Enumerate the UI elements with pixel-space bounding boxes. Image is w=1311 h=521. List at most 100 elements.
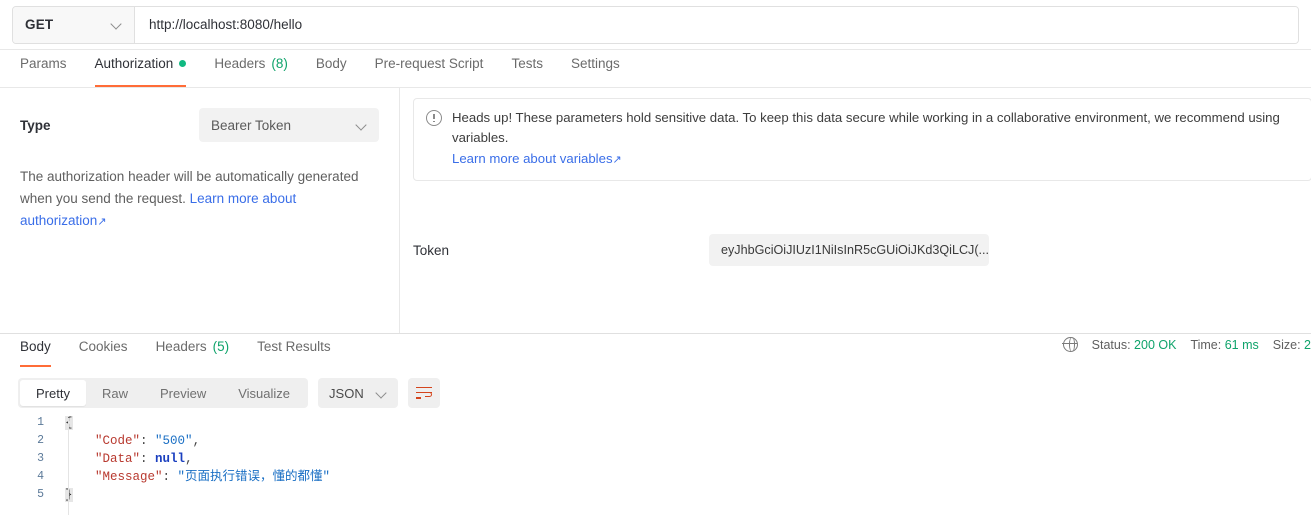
size-group: Size: 2: [1273, 338, 1311, 352]
learn-more-variables-link[interactable]: Learn more about variables↗: [452, 149, 1299, 170]
code-line: 5 }: [0, 486, 1311, 504]
view-raw-label: Raw: [101, 385, 128, 401]
size-value: 2: [1304, 337, 1311, 352]
json-comma: ,: [192, 434, 201, 448]
tab-pre-request-script-label: Pre-request Script: [374, 56, 484, 71]
postman-request-response-view: GET http://localhost:8080/hello Params A…: [0, 0, 1311, 521]
http-method-label: GET: [25, 17, 54, 32]
line-number: 1: [37, 416, 44, 429]
tab-params[interactable]: Params: [18, 50, 81, 87]
tab-headers-count: (8): [271, 56, 288, 71]
response-tab-cookies-label: Cookies: [78, 339, 128, 354]
tab-pre-request-script[interactable]: Pre-request Script: [361, 50, 498, 87]
tab-tests[interactable]: Tests: [497, 50, 557, 87]
json-key: "Data": [95, 452, 141, 466]
auth-type-value: Bearer Token: [211, 117, 292, 133]
response-language-value: JSON: [329, 385, 364, 401]
view-pretty-label: Pretty: [36, 385, 70, 401]
token-row: Token eyJhbGciOiJIUzI1NiIsInR5cGUiOiJKd3…: [413, 234, 1311, 266]
line-number: 5: [37, 488, 44, 501]
banner-message: Heads up! These parameters hold sensitiv…: [452, 110, 1280, 145]
view-pretty[interactable]: Pretty: [20, 380, 86, 406]
token-label: Token: [413, 242, 450, 258]
tab-authorization-label: Authorization: [94, 56, 174, 71]
time-label: Time:: [1190, 337, 1222, 352]
sensitive-data-banner: Heads up! These parameters hold sensitiv…: [413, 98, 1311, 181]
response-tab-body-label: Body: [20, 339, 51, 354]
response-tab-cookies[interactable]: Cookies: [65, 334, 142, 367]
json-colon: :: [162, 470, 178, 484]
chevron-down-icon: [111, 19, 122, 30]
chevron-down-icon: [356, 120, 367, 131]
json-comma: ,: [185, 452, 193, 466]
line-number: 3: [37, 452, 44, 465]
response-body-code[interactable]: 1 { 2 "Code": "500", 3 "Data": null, 4 "…: [0, 414, 1311, 521]
time-group: Time: 61 ms: [1190, 338, 1258, 352]
tab-settings-label: Settings: [570, 56, 620, 71]
view-visualize-label: Visualize: [238, 385, 291, 401]
url-bar: GET http://localhost:8080/hello: [0, 0, 1311, 50]
tab-body-label: Body: [315, 56, 347, 71]
response-tab-headers-count: (5): [212, 339, 230, 354]
request-tab-bar: Params Authorization Headers (8) Body Pr…: [0, 50, 1311, 88]
response-status-bar: Status: 200 OK Time: 61 ms Size: 2: [1062, 336, 1311, 352]
view-visualize[interactable]: Visualize: [222, 380, 306, 406]
code-line: 2 "Code": "500",: [0, 432, 1311, 450]
auth-type-row: Type Bearer Token: [20, 108, 379, 142]
info-circle-icon: [426, 110, 442, 126]
tab-tests-label: Tests: [511, 56, 543, 71]
json-value: null: [155, 452, 186, 466]
code-content: "Data": null,: [56, 450, 193, 468]
response-tab-body[interactable]: Body: [18, 334, 65, 367]
code-content: }: [56, 486, 73, 504]
external-link-icon: ↗: [612, 154, 622, 166]
json-value: "500": [155, 434, 193, 448]
status-group: Status: 200 OK: [1092, 338, 1177, 352]
code-line: 3 "Data": null,: [0, 450, 1311, 468]
globe-icon[interactable]: [1062, 336, 1078, 352]
size-label: Size:: [1272, 337, 1301, 352]
code-content: "Message": "页面执行错误，懂的都懂": [56, 468, 330, 486]
response-language-select[interactable]: JSON: [318, 378, 398, 408]
auth-active-dot-icon: [179, 60, 187, 67]
tab-authorization[interactable]: Authorization: [81, 50, 201, 87]
tab-body[interactable]: Body: [302, 50, 361, 87]
auth-type-select[interactable]: Bearer Token: [199, 108, 379, 142]
json-colon: :: [140, 452, 156, 466]
response-view-switcher: Pretty Raw Preview Visualize: [18, 378, 309, 408]
view-preview[interactable]: Preview: [144, 380, 222, 406]
response-format-bar: Pretty Raw Preview Visualize JSON: [0, 372, 1311, 414]
response-tab-test-results-label: Test Results: [257, 339, 331, 354]
request-url-text: http://localhost:8080/hello: [149, 17, 303, 32]
url-input-group: GET http://localhost:8080/hello: [12, 5, 1299, 44]
status-label: Status:: [1091, 337, 1131, 352]
code-line: 1 {: [0, 414, 1311, 432]
token-value: eyJhbGciOiJIUzI1NiIsInR5cGUiOiJKd3QiLCJ(…: [721, 243, 989, 257]
code-line: 4 "Message": "页面执行错误，懂的都懂": [0, 468, 1311, 486]
json-key: "Message": [95, 470, 163, 484]
chevron-down-icon: [376, 388, 387, 399]
auth-type-pane: Type Bearer Token The authorization head…: [0, 88, 400, 333]
authorization-panel: Type Bearer Token The authorization head…: [0, 88, 1311, 333]
auth-detail-pane: Heads up! These parameters hold sensitiv…: [401, 88, 1311, 333]
token-input[interactable]: eyJhbGciOiJIUzI1NiIsInR5cGUiOiJKd3QiLCJ(…: [709, 234, 989, 266]
word-wrap-button[interactable]: [407, 378, 440, 408]
auth-helper-text: The authorization header will be automat…: [20, 166, 379, 233]
banner-text-block: Heads up! These parameters hold sensitiv…: [452, 108, 1299, 170]
request-url-input[interactable]: http://localhost:8080/hello: [135, 6, 1298, 43]
code-content: "Code": "500",: [56, 432, 200, 450]
code-content: {: [56, 414, 73, 432]
response-tab-headers[interactable]: Headers (5): [142, 334, 244, 367]
http-method-select[interactable]: GET: [13, 6, 135, 43]
learn-more-variables-label: Learn more about variables: [452, 151, 613, 166]
json-colon: :: [140, 434, 156, 448]
view-raw[interactable]: Raw: [86, 380, 144, 406]
view-preview-label: Preview: [159, 385, 207, 401]
response-tab-test-results[interactable]: Test Results: [243, 334, 345, 367]
tab-headers[interactable]: Headers (8): [200, 50, 302, 87]
line-number: 2: [37, 434, 44, 447]
code-gutter-divider: [68, 418, 69, 515]
tab-settings[interactable]: Settings: [557, 50, 634, 87]
